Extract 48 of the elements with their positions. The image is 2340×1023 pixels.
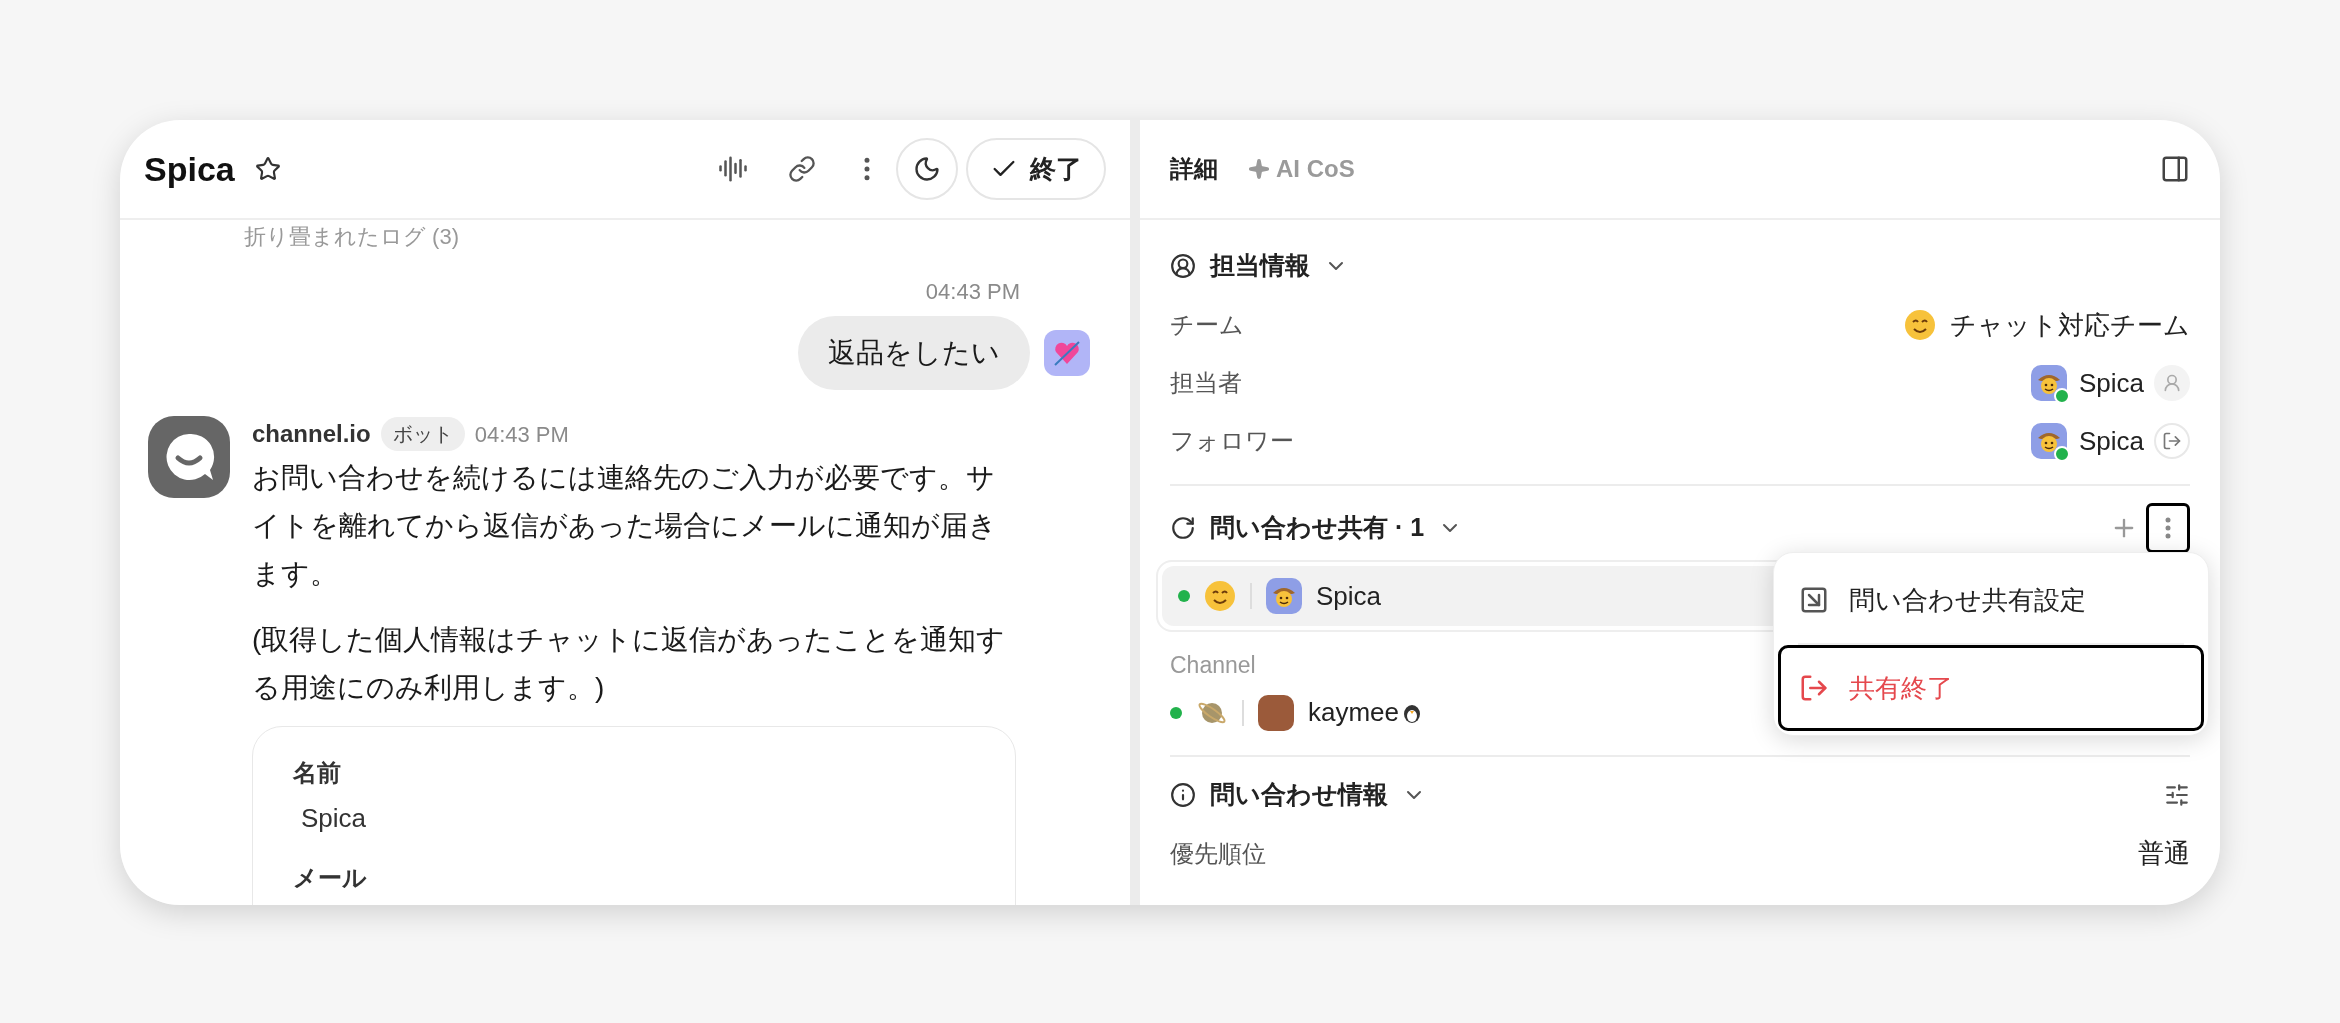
form-label: 名前 xyxy=(293,758,342,788)
field-label: チーム xyxy=(1170,310,1244,340)
link-icon[interactable] xyxy=(788,155,816,183)
exit-icon xyxy=(2162,431,2182,451)
bot-badge: ボット xyxy=(380,417,465,451)
waveform-icon[interactable] xyxy=(718,154,748,184)
field-value[interactable]: Spica xyxy=(2078,363,2144,403)
section-title: 担当情報 xyxy=(1210,250,1310,282)
avatar xyxy=(1044,330,1090,376)
more-icon xyxy=(2165,517,2171,539)
share-icon xyxy=(1170,515,1196,541)
moon-icon xyxy=(913,155,941,183)
field-label: 担当者 xyxy=(1170,368,1242,398)
share-name: kaymee xyxy=(1308,696,1400,729)
snooze-button[interactable] xyxy=(896,138,958,200)
menu-item[interactable]: 共有終了 xyxy=(1778,645,2204,731)
leave-button[interactable] xyxy=(2154,423,2190,459)
message-time: 04:43 PM xyxy=(474,420,569,449)
chat-title: Spica xyxy=(144,148,235,190)
user-circle-icon xyxy=(1170,253,1196,279)
field-value[interactable]: Spica xyxy=(2078,421,2144,461)
finish-button[interactable]: 終了 xyxy=(966,138,1106,200)
field-value[interactable]: チャット対応チーム xyxy=(1950,305,2190,345)
message-time: 04:43 PM xyxy=(925,278,1020,306)
smiling-face-icon xyxy=(1204,580,1236,612)
sparkle-icon xyxy=(1248,158,1270,180)
message-text: (取得した個人情報はチャットに返信があったことを通知する用途にのみ利用します。) xyxy=(252,623,1007,705)
form-label: メール xyxy=(293,863,368,893)
message-text: お問い合わせを続けるには連絡先のご入力が必要です。サイトを離れてから返信があった場合にメールに通知が届きます。 xyxy=(252,461,998,591)
smiling-face-icon xyxy=(1904,309,1936,341)
avatar-placeholder xyxy=(1258,694,1294,731)
share-name: Spica xyxy=(1316,579,1382,613)
message-bubble: 返品をしたい xyxy=(798,316,1030,390)
settings-icon[interactable] xyxy=(2164,781,2190,808)
form-value: Spica xyxy=(301,802,368,835)
tab[interactable]: 詳細 xyxy=(1170,151,1218,187)
user-icon xyxy=(2162,373,2182,393)
field-label: フォロワー xyxy=(1170,426,1294,456)
info-icon xyxy=(1170,781,1196,808)
section-title: 問い合わせ情報 xyxy=(1210,778,1388,810)
section-title: 問い合わせ共有 · 1 xyxy=(1210,512,1425,544)
panel-toggle-icon[interactable] xyxy=(2160,154,2190,184)
star-icon[interactable] xyxy=(254,156,281,182)
exit-icon xyxy=(1799,673,1829,703)
group-label: Channel xyxy=(1169,651,1257,680)
field-value[interactable]: 普通 xyxy=(2138,834,2190,873)
field-label: 優先順位 xyxy=(1170,838,1266,869)
sender-name: channel.io xyxy=(252,419,371,449)
